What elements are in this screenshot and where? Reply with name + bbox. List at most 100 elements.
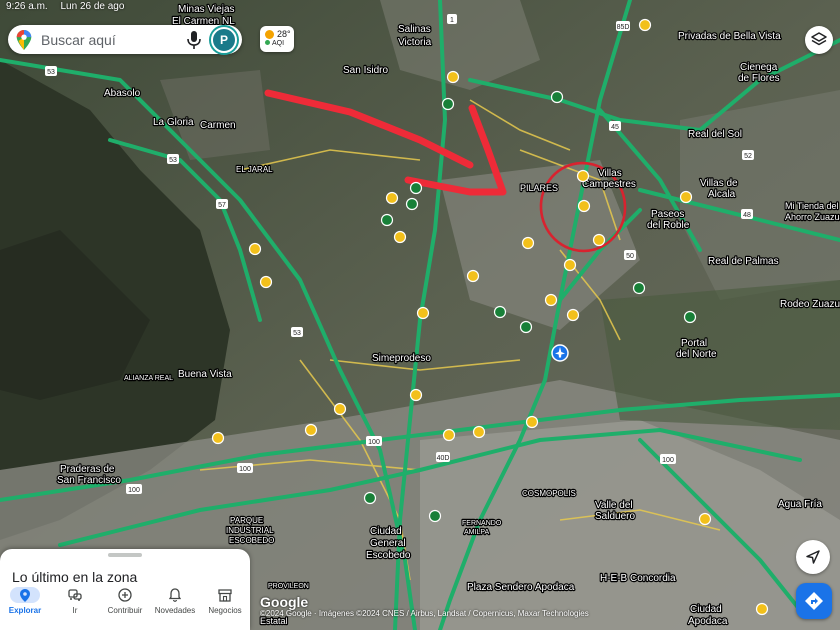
directions-button[interactable] [796,583,832,619]
label-provileon: PROVILEON [268,583,309,590]
poi-marker-star-21[interactable] [576,169,590,183]
road-shield-100-west: 100 [237,463,253,473]
label-minas-viejas: Minas Viejas [178,4,235,15]
directions-icon [805,592,823,610]
poi-marker-star-5[interactable] [259,275,273,289]
label-agua-fria: Agua Fría [778,499,822,510]
label-ciudad-escobedo-1: Ciudad [370,526,402,537]
nav-label: Explorar [8,606,42,615]
poi-marker-star-8[interactable] [577,199,591,213]
poi-marker-star-14[interactable] [333,402,347,416]
poi-marker-star-20[interactable] [211,431,225,445]
search-input[interactable]: Buscar aquí [41,32,187,48]
road-shield-40d: 40D [436,452,450,462]
svg-text:100: 100 [662,457,674,464]
my-location-button[interactable] [796,540,830,574]
navigation-arrow-icon [806,550,820,564]
poi-marker-star-23[interactable] [698,512,712,526]
label-simeprodeso: Simeprodeso [372,353,431,364]
label-real-palmas: Real de Palmas [708,256,779,267]
label-alianza-real: ALIANZA REAL [124,375,173,382]
svg-text:45: 45 [611,124,619,131]
label-villas-campestres-1: Villas [598,168,622,179]
poi-marker-star-3[interactable] [393,230,407,244]
nav-tab-ir[interactable]: Ir [50,583,100,630]
label-mi-tienda-2: Ahorro Zuazua [785,212,840,222]
road-shield-85d-north: 85D [616,21,630,31]
nav-tab-explorar[interactable]: Explorar [0,583,50,630]
label-buena-vista: Buena Vista [178,369,232,380]
poi-marker-star-15[interactable] [304,423,318,437]
road-shield-57: 57 [216,199,228,209]
label-fernando-amilpa-2: AMILPA [464,529,489,536]
sheet-drag-handle[interactable] [108,553,142,557]
poi-marker-star-2[interactable] [385,191,399,205]
poi-marker-star-9[interactable] [592,233,606,247]
poi-marker-star-6[interactable] [416,306,430,320]
poi-marker-star-4[interactable] [248,242,262,256]
road-shield-53-south: 53 [291,327,303,337]
search-bar[interactable]: Buscar aquí P [8,25,242,54]
nav-tab-novedades[interactable]: Novedades [150,583,200,630]
sun-icon [265,30,274,39]
nav-tab-negocios[interactable]: Negocios [200,583,250,630]
aqi-dot-icon [265,40,270,45]
poi-marker-star-11[interactable] [521,236,535,250]
aqi-indicator: AQI [265,40,284,47]
label-el-jaral: EL JARAL [236,165,273,174]
svg-text:100: 100 [239,466,251,473]
google-maps-logo-icon [16,29,32,50]
poi-marker-star-1[interactable] [638,18,652,32]
bell-icon [167,587,183,603]
label-praderas-1: Praderas de [60,464,115,475]
aqi-label: AQI [272,40,285,47]
layers-button[interactable] [805,26,833,54]
label-pilares: PILARES [520,183,558,193]
label-villas-campestres-2: Campestres [582,179,636,190]
label-ciudad-apodaca-1: Ciudad [690,604,722,615]
poi-marker-park-3[interactable] [405,197,419,211]
svg-text:100: 100 [128,487,140,494]
poi-marker-park-8[interactable] [683,310,697,324]
commute-icon [67,587,83,603]
label-carmen: Carmen [200,120,236,131]
poi-marker-star-13[interactable] [566,308,580,322]
road-shield-48: 48 [741,209,753,219]
poi-marker-park-5[interactable] [493,305,507,319]
weather-chip[interactable]: 28° AQI [260,26,294,52]
poi-marker-park-4[interactable] [380,213,394,227]
poi-marker-star-17[interactable] [442,428,456,442]
svg-text:100: 100 [368,439,380,446]
satellite-map[interactable]: Minas Viejas El Carmen NL Salinas Victor… [0,0,840,630]
poi-marker-star-0[interactable] [446,70,460,84]
poi-marker-star-19[interactable] [525,415,539,429]
road-shield-1-north: 1 [447,14,457,24]
svg-text:85D: 85D [617,24,630,31]
account-avatar[interactable]: P [211,26,237,53]
layers-icon [811,32,827,46]
label-salinas-victoria-2: Victoria [398,37,432,48]
poi-marker-park-10[interactable] [428,509,442,523]
label-cosmopolis: COSMOPOLIS [522,489,576,498]
poi-marker-star-22[interactable] [679,190,693,204]
poi-marker-star-12[interactable] [544,293,558,307]
poi-marker-park-2[interactable] [409,181,423,195]
poi-marker-park-6[interactable] [519,320,533,334]
poi-marker-park-7[interactable] [632,281,646,295]
nav-tab-contribuir[interactable]: Contribuir [100,583,150,630]
svg-text:53: 53 [169,157,177,164]
poi-marker-star-7[interactable] [466,269,480,283]
poi-marker-star-24[interactable] [755,602,769,616]
microphone-icon[interactable] [187,30,201,49]
label-fernando-amilpa-1: FERNANDO [462,520,502,527]
map-attribution[interactable]: ©2024 Google · Imágenes ©2024 CNES / Air… [260,609,589,618]
label-privadas-bella-vista: Privadas de Bella Vista [678,31,781,42]
nav-label: Novedades [154,606,196,615]
poi-marker-star-16[interactable] [409,388,423,402]
poi-marker-star-18[interactable] [472,425,486,439]
poi-marker-park-0[interactable] [550,90,564,104]
poi-marker-star-10[interactable] [563,258,577,272]
poi-marker-park-1[interactable] [441,97,455,111]
poi-marker-park-9[interactable] [363,491,377,505]
label-valle-salduero-2: Salduero [595,511,635,522]
